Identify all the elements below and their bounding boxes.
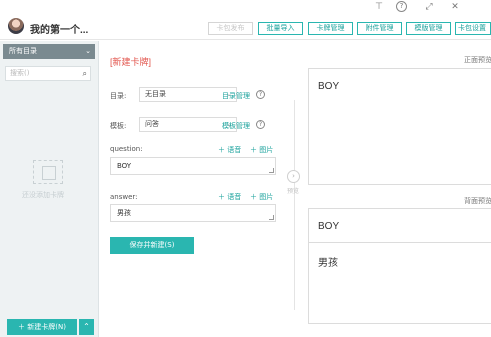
deck-header: 我的第一个... 卡包发布 批量导入 卡牌管理 附件管理 模版管理 卡包设置 <box>0 14 491 40</box>
back-preview-divider <box>308 242 491 243</box>
answer-label: answer: <box>110 193 138 201</box>
chevron-right-icon[interactable]: › <box>287 170 300 183</box>
new-card-button[interactable]: ＋ 新建卡牌(N) <box>7 319 77 335</box>
search-input[interactable]: 搜索() ⌕ <box>5 66 91 81</box>
expand-icon[interactable]: ⤢ <box>423 1 435 13</box>
deck-title: 我的第一个... <box>30 25 89 36</box>
bulk-import-button[interactable]: 批量导入 <box>258 22 303 35</box>
add-image-button[interactable]: ＋ 图片 <box>250 192 273 202</box>
title-bar: ⊤ ? ⤢ ✕ <box>0 0 491 14</box>
help-icon[interactable]: ? <box>256 120 265 129</box>
empty-cards-icon <box>33 160 63 184</box>
attachment-manage-button[interactable]: 附件管理 <box>357 22 402 35</box>
preview-toggle-label: 预览 <box>287 188 300 195</box>
help-icon[interactable]: ? <box>396 1 407 12</box>
sidebar <box>0 41 99 337</box>
empty-cards-text: 还没添加卡牌 <box>22 191 64 199</box>
question-field[interactable]: BOY <box>110 157 276 175</box>
template-select-value: 问答 <box>145 120 159 128</box>
add-voice-button[interactable]: ＋ 语音 <box>218 145 241 155</box>
directory-label: 目录: <box>110 92 127 100</box>
deck-settings-button[interactable]: 卡包设置 <box>455 22 491 35</box>
answer-value: 男孩 <box>117 209 131 217</box>
front-preview-text: BOY <box>318 81 340 92</box>
card-manage-button[interactable]: 卡牌管理 <box>308 22 353 35</box>
chevron-down-icon: ⌄ <box>85 47 91 55</box>
add-image-button[interactable]: ＋ 图片 <box>250 145 273 155</box>
search-placeholder: 搜索() <box>10 69 30 77</box>
front-preview-label: 正面预览 <box>464 56 491 64</box>
publish-button[interactable]: 卡包发布 <box>208 22 253 35</box>
save-and-new-button[interactable]: 保存并新建(S) <box>110 237 194 254</box>
answer-field[interactable]: 男孩 <box>110 204 276 222</box>
back-preview-label: 背面预览 <box>464 197 491 205</box>
section-title: [新建卡牌] <box>110 57 152 67</box>
template-label: 模板: <box>110 122 127 130</box>
back-preview-question: BOY <box>318 221 340 232</box>
help-icon[interactable]: ? <box>256 90 265 99</box>
close-icon[interactable]: ✕ <box>449 1 461 13</box>
search-icon[interactable]: ⌕ <box>83 67 87 80</box>
resize-handle-icon[interactable] <box>269 215 274 220</box>
front-preview-panel: BOY <box>308 68 491 185</box>
pin-icon[interactable]: ⊤ <box>373 1 385 13</box>
directory-header-label: 所有目录 <box>9 47 37 55</box>
question-value: BOY <box>117 162 132 170</box>
back-preview-panel: BOY 男孩 <box>308 208 491 324</box>
add-voice-button[interactable]: ＋ 语音 <box>218 192 241 202</box>
directory-manage-link[interactable]: 目录管理 <box>222 91 250 101</box>
template-manage-link[interactable]: 模板管理 <box>222 121 250 131</box>
template-manage-button[interactable]: 模版管理 <box>406 22 451 35</box>
directory-selector[interactable]: 所有目录 ⌄ <box>3 44 95 59</box>
chevron-up-icon[interactable]: ⌃ <box>79 319 94 335</box>
directory-select-value: 无目录 <box>145 90 166 98</box>
avatar[interactable] <box>8 18 24 34</box>
resize-handle-icon[interactable] <box>269 168 274 173</box>
back-preview-answer: 男孩 <box>318 258 338 269</box>
vertical-divider <box>294 100 295 310</box>
question-label: question: <box>110 145 143 153</box>
